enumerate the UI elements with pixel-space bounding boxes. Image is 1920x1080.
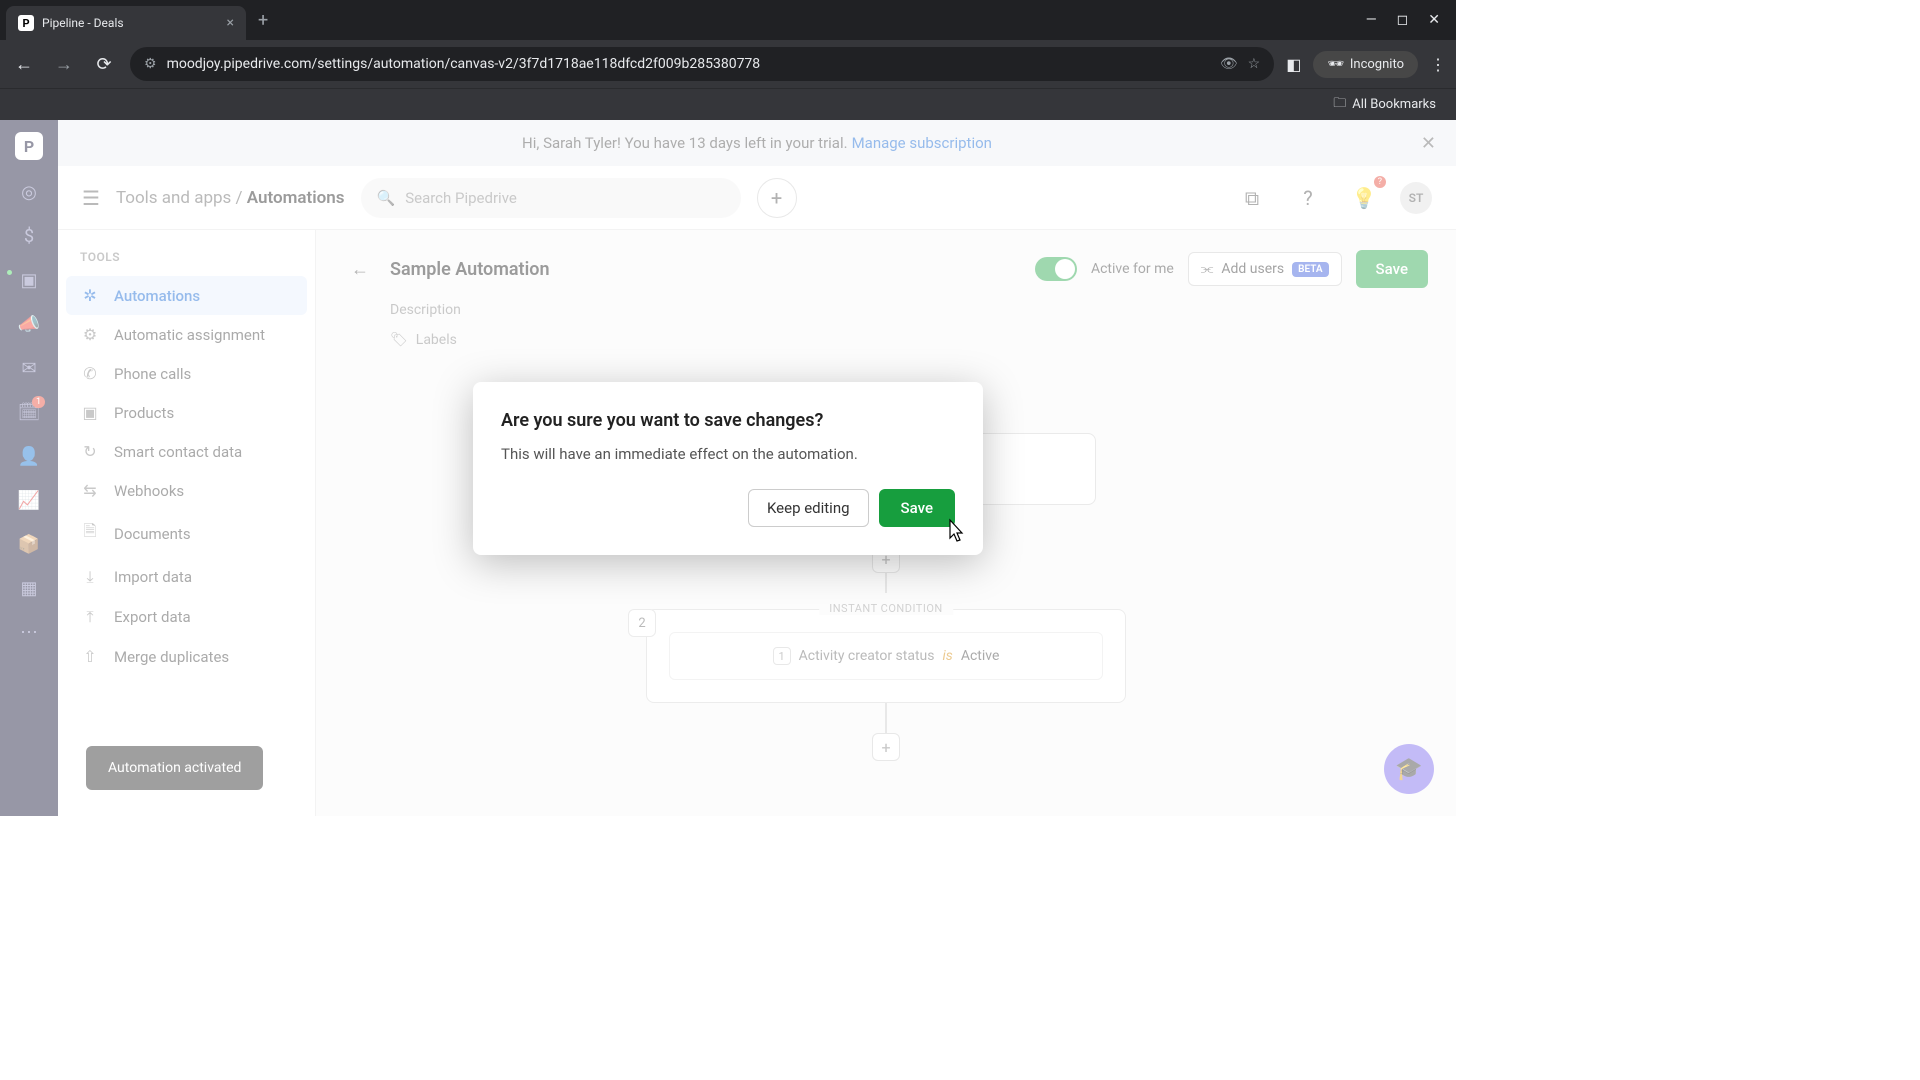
tab-favicon: P (18, 15, 34, 31)
new-tab-button[interactable]: + (258, 10, 268, 31)
bookmarks-label: All Bookmarks (1352, 97, 1436, 112)
site-settings-icon[interactable]: ⚙ (144, 56, 157, 72)
back-icon[interactable]: ← (10, 54, 38, 75)
confirm-save-modal: Are you sure you want to save changes? T… (473, 382, 983, 555)
all-bookmarks-button[interactable]: 🗀 All Bookmarks (1333, 94, 1436, 116)
keep-editing-button[interactable]: Keep editing (748, 489, 869, 527)
reload-icon[interactable]: ⟳ (90, 54, 118, 75)
incognito-label: Incognito (1350, 57, 1404, 72)
url-bar[interactable]: ⚙ moodjoy.pipedrive.com/settings/automat… (130, 47, 1274, 81)
menu-icon[interactable]: ⋮ (1430, 55, 1446, 74)
confirm-save-button[interactable]: Save (879, 489, 955, 527)
minimize-icon[interactable]: — (1366, 12, 1377, 28)
modal-overlay[interactable]: Are you sure you want to save changes? T… (0, 120, 1456, 816)
modal-body: This will have an immediate effect on th… (501, 445, 955, 463)
browser-toolbar: ← → ⟳ ⚙ moodjoy.pipedrive.com/settings/a… (0, 40, 1456, 88)
incognito-icon: 🕶 (1327, 57, 1344, 72)
forward-icon[interactable]: → (50, 54, 78, 75)
eye-off-icon[interactable]: 👁 (1220, 56, 1238, 72)
side-panel-icon[interactable]: ◧ (1286, 55, 1301, 74)
browser-tab[interactable]: P Pipeline - Deals × (6, 6, 246, 40)
modal-actions: Keep editing Save (501, 489, 955, 527)
star-icon[interactable]: ☆ (1248, 56, 1261, 72)
tab-close-icon[interactable]: × (227, 15, 234, 31)
folder-icon: 🗀 (1333, 94, 1346, 116)
url-text: moodjoy.pipedrive.com/settings/automatio… (167, 56, 1210, 72)
browser-tab-strip: P Pipeline - Deals × + — ◻ ✕ (0, 0, 1456, 40)
close-window-icon[interactable]: ✕ (1428, 12, 1440, 28)
maximize-icon[interactable]: ◻ (1397, 12, 1409, 28)
incognito-badge[interactable]: 🕶 Incognito (1313, 51, 1418, 78)
modal-title: Are you sure you want to save changes? (501, 410, 955, 431)
window-controls: — ◻ ✕ (1366, 12, 1450, 28)
bookmarks-bar: 🗀 All Bookmarks (0, 88, 1456, 120)
tab-title: Pipeline - Deals (42, 16, 219, 30)
